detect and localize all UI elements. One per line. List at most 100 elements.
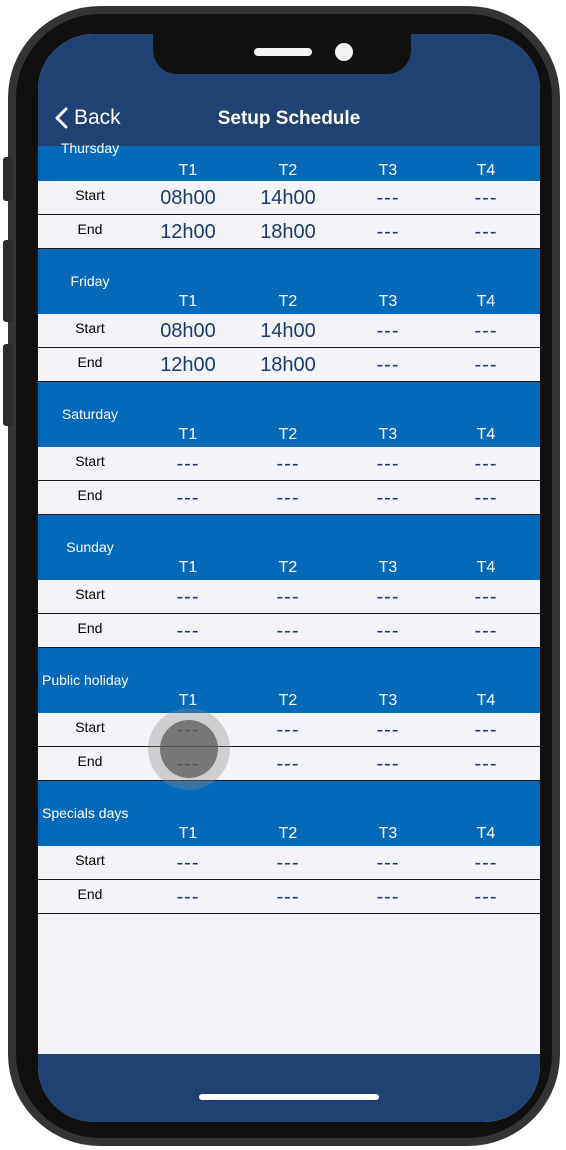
schedule-row-start: Start 08h00 14h00 --- --- [38,314,540,348]
time-cell[interactable]: --- [148,852,228,875]
time-cell[interactable]: --- [148,487,228,510]
time-cell[interactable]: --- [446,354,526,377]
schedule-row-start: Start --- --- --- --- [38,447,540,481]
time-cell[interactable]: --- [348,320,428,343]
column-label: T4 [476,293,496,310]
time-cell[interactable]: --- [446,187,526,210]
time-cell[interactable]: 14h00 [248,320,328,343]
column-label: T3 [378,692,398,709]
time-cell[interactable]: 12h00 [148,354,228,377]
notch [153,34,411,74]
time-cell[interactable]: --- [446,886,526,909]
schedule-row-start: Start --- --- --- --- [38,580,540,614]
column-label: T4 [476,559,496,576]
time-cell[interactable]: 18h00 [248,221,328,244]
time-cell[interactable]: --- [348,586,428,609]
column-label: T3 [378,293,398,310]
column-label: T2 [278,692,298,709]
day-header: Public holiday T1 T2 T3 T4 [38,648,540,713]
column-label: T2 [278,559,298,576]
day-name: Friday [70,273,110,289]
day-name: Saturday [61,406,119,422]
time-cell[interactable]: --- [348,753,428,776]
front-camera [335,43,353,61]
column-label: T2 [278,293,298,310]
schedule-row-start: Start 08h00 14h00 --- --- [38,181,540,215]
time-cell[interactable]: --- [348,719,428,742]
time-cell[interactable]: --- [148,886,228,909]
time-cell[interactable]: --- [248,453,328,476]
time-cell[interactable]: --- [348,886,428,909]
time-cell[interactable]: --- [446,852,526,875]
day-header: Thursday T1 T2 T3 T4 [38,140,540,181]
row-label: End [77,221,103,237]
day-name: Specials days [42,805,129,821]
column-label: T2 [278,825,298,842]
column-label: T1 [178,162,198,179]
time-cell[interactable]: --- [248,719,328,742]
time-cell[interactable]: --- [348,487,428,510]
touch-indicator-center [160,720,218,778]
row-label: Start [75,586,105,602]
time-cell[interactable]: --- [446,487,526,510]
column-label: T3 [378,559,398,576]
column-label: T1 [178,559,198,576]
day-name: Sunday [66,539,114,555]
time-cell[interactable]: --- [248,753,328,776]
time-cell[interactable]: --- [348,354,428,377]
schedule-row-end: End --- --- --- --- [38,481,540,515]
column-label: T3 [378,162,398,179]
time-cell[interactable]: --- [348,620,428,643]
touch-indicator [148,708,230,790]
time-cell[interactable]: --- [446,753,526,776]
time-cell[interactable]: --- [446,586,526,609]
row-label: End [77,487,103,503]
mute-switch [3,157,13,201]
row-label: Start [75,187,105,203]
column-label: T4 [476,426,496,443]
column-label: T2 [278,426,298,443]
volume-up-button [3,240,13,322]
time-cell[interactable]: --- [348,453,428,476]
time-cell[interactable]: --- [348,221,428,244]
time-cell[interactable]: --- [446,719,526,742]
day-header: Saturday T1 T2 T3 T4 [38,382,540,447]
time-cell[interactable]: --- [446,453,526,476]
time-cell[interactable]: --- [248,620,328,643]
column-label: T4 [476,692,496,709]
time-cell[interactable]: --- [248,586,328,609]
page-title: Setup Schedule [217,108,361,129]
time-cell[interactable]: --- [446,221,526,244]
row-label: Start [75,719,105,735]
time-cell[interactable]: --- [248,487,328,510]
column-label: T4 [476,825,496,842]
time-cell[interactable]: 12h00 [148,221,228,244]
row-label: Start [75,852,105,868]
time-cell[interactable]: --- [446,620,526,643]
time-cell[interactable]: 08h00 [148,320,228,343]
column-label: T2 [278,162,298,179]
home-indicator[interactable] [199,1094,379,1100]
volume-down-button [3,344,13,426]
time-cell[interactable]: --- [248,852,328,875]
row-label: End [77,886,103,902]
time-cell[interactable]: --- [148,620,228,643]
column-label: T3 [378,426,398,443]
day-header: Sunday T1 T2 T3 T4 [38,515,540,580]
time-cell[interactable]: --- [248,886,328,909]
time-cell[interactable]: --- [446,320,526,343]
time-cell[interactable]: 08h00 [148,187,228,210]
bottom-bar [38,1054,540,1122]
column-label: T1 [178,426,198,443]
time-cell[interactable]: 18h00 [248,354,328,377]
row-label: End [77,354,103,370]
schedule-row-end: End --- --- --- --- [38,614,540,648]
column-label: T4 [476,162,496,179]
time-cell[interactable]: --- [348,187,428,210]
row-label: Start [75,320,105,336]
time-cell[interactable]: 14h00 [248,187,328,210]
time-cell[interactable]: --- [348,852,428,875]
time-cell[interactable]: --- [148,586,228,609]
time-cell[interactable]: --- [148,453,228,476]
schedule-row-end: End 12h00 18h00 --- --- [38,348,540,382]
